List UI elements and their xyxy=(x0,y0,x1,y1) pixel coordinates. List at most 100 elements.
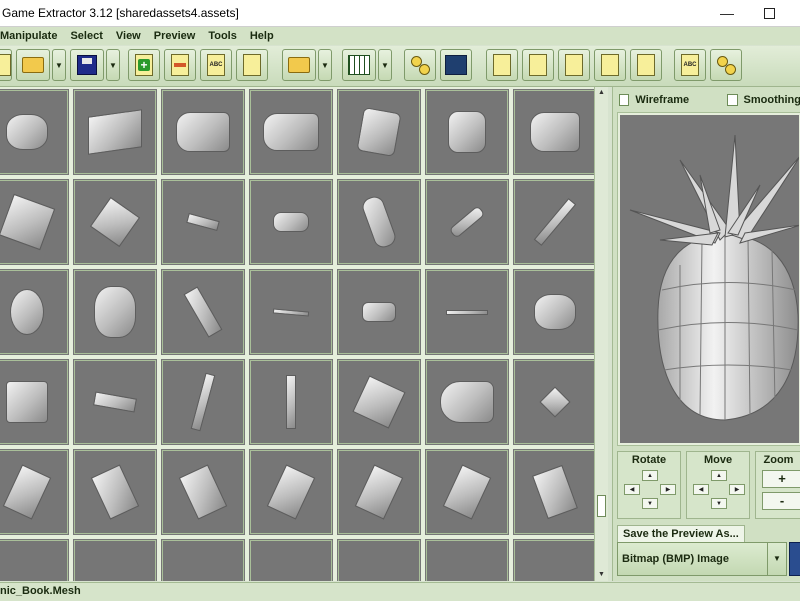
mesh-thumbnail[interactable] xyxy=(0,537,71,581)
menu-help[interactable]: Help xyxy=(243,30,280,42)
mesh-thumbnail[interactable] xyxy=(247,537,335,581)
group-icon xyxy=(716,55,736,75)
scroll-up-icon[interactable]: ▲ xyxy=(596,87,607,99)
plugins-button[interactable] xyxy=(558,49,590,81)
smoothing-label: Smoothing xyxy=(743,94,800,106)
mesh-thumbnail[interactable] xyxy=(423,537,511,581)
search-button[interactable] xyxy=(522,49,554,81)
maximize-button[interactable] xyxy=(746,0,792,26)
page-icon xyxy=(0,54,11,76)
minimize-icon: — xyxy=(720,5,734,21)
options-button[interactable] xyxy=(710,49,742,81)
mesh-thumbnail[interactable] xyxy=(71,87,159,177)
rotate-down-button[interactable]: ▼ xyxy=(642,498,658,509)
chevron-down-icon[interactable]: ▼ xyxy=(767,543,786,575)
mesh-thumbnail[interactable] xyxy=(423,357,511,447)
menu-preview[interactable]: Preview xyxy=(147,30,202,42)
hex-editor-button[interactable] xyxy=(630,49,662,81)
replace-files-button[interactable] xyxy=(236,49,268,81)
mesh-thumbnail[interactable] xyxy=(247,177,335,267)
thumbnail-view-button[interactable] xyxy=(404,49,436,81)
mesh-thumbnail[interactable] xyxy=(247,87,335,177)
mesh-thumbnail[interactable] xyxy=(335,537,423,581)
table-view-dropdown[interactable]: ▼ xyxy=(378,49,392,81)
details-view-button[interactable] xyxy=(440,49,472,81)
thumbnail-scrollbar[interactable]: ▲ ▼ xyxy=(594,87,608,581)
scroll-down-icon[interactable]: ▼ xyxy=(596,569,607,581)
mesh-thumbnail[interactable] xyxy=(71,177,159,267)
mesh-thumbnail[interactable] xyxy=(0,447,71,537)
mesh-thumbnail[interactable] xyxy=(511,537,594,581)
status-bar: nic_Book.Mesh xyxy=(0,582,800,601)
rotate-right-button[interactable]: ▶ xyxy=(660,484,676,495)
rename-all-button[interactable]: ABC xyxy=(674,49,706,81)
minimize-button[interactable]: — xyxy=(704,0,750,26)
table-view-button[interactable] xyxy=(342,49,376,81)
mesh-thumbnail[interactable] xyxy=(71,447,159,537)
mesh-thumbnail[interactable] xyxy=(511,177,594,267)
move-left-button[interactable]: ◀ xyxy=(693,484,709,495)
mesh-thumbnail[interactable] xyxy=(71,357,159,447)
window-title: Game Extractor 3.12 [sharedassets4.asset… xyxy=(2,6,239,20)
menu-select[interactable]: Select xyxy=(63,30,108,42)
new-archive-button[interactable] xyxy=(0,49,12,81)
zoom-in-button[interactable]: + xyxy=(762,470,800,488)
mesh-thumbnail[interactable] xyxy=(159,267,247,357)
mesh-thumbnail[interactable] xyxy=(159,537,247,581)
save-format-select[interactable]: Bitmap (BMP) Image ▼ xyxy=(617,542,787,576)
mesh-thumbnail[interactable] xyxy=(159,177,247,267)
mesh-thumbnail[interactable] xyxy=(423,447,511,537)
move-right-button[interactable]: ▶ xyxy=(729,484,745,495)
mesh-thumbnail[interactable] xyxy=(511,87,594,177)
mesh-thumbnail[interactable] xyxy=(511,357,594,447)
mesh-thumbnail[interactable] xyxy=(0,267,71,357)
menu-view[interactable]: View xyxy=(109,30,147,42)
mesh-thumbnail[interactable] xyxy=(423,267,511,357)
export-files-button[interactable] xyxy=(282,49,316,81)
mesh-thumbnail[interactable] xyxy=(335,447,423,537)
menu-manipulate[interactable]: Manipulate xyxy=(0,30,63,42)
mesh-thumbnail[interactable] xyxy=(423,177,511,267)
mesh-thumbnail[interactable] xyxy=(511,267,594,357)
mesh-preview-viewport[interactable] xyxy=(617,112,800,446)
scroll-thumb[interactable] xyxy=(597,495,606,517)
rotate-left-button[interactable]: ◀ xyxy=(624,484,640,495)
move-up-button[interactable]: ▲ xyxy=(711,470,727,481)
mesh-thumbnail[interactable] xyxy=(71,537,159,581)
mesh-thumbnail[interactable] xyxy=(71,267,159,357)
remove-files-button[interactable] xyxy=(164,49,196,81)
wireframe-label: Wireframe xyxy=(635,94,690,106)
rename-files-button[interactable]: ABC xyxy=(200,49,232,81)
thumbnails-icon xyxy=(410,55,430,75)
mesh-thumbnail[interactable] xyxy=(159,447,247,537)
smoothing-checkbox[interactable] xyxy=(727,94,738,106)
save-archive-dropdown[interactable]: ▼ xyxy=(106,49,120,81)
mesh-thumbnail[interactable] xyxy=(335,87,423,177)
save-preview-button[interactable] xyxy=(789,542,800,576)
mesh-thumbnail[interactable] xyxy=(0,357,71,447)
wireframe-checkbox[interactable] xyxy=(619,94,630,106)
rotate-up-button[interactable]: ▲ xyxy=(642,470,658,481)
mesh-thumbnail[interactable] xyxy=(159,357,247,447)
open-archive-button[interactable] xyxy=(16,49,50,81)
open-archive-dropdown[interactable]: ▼ xyxy=(52,49,66,81)
mesh-thumbnail[interactable] xyxy=(247,447,335,537)
file-info-button[interactable] xyxy=(594,49,626,81)
zoom-out-button[interactable]: - xyxy=(762,492,800,510)
mesh-thumbnail[interactable] xyxy=(247,357,335,447)
mesh-thumbnail[interactable] xyxy=(423,87,511,177)
mesh-thumbnail[interactable] xyxy=(159,87,247,177)
mesh-thumbnail[interactable] xyxy=(335,267,423,357)
mesh-thumbnail[interactable] xyxy=(247,267,335,357)
mesh-thumbnail[interactable] xyxy=(0,177,71,267)
mesh-thumbnail[interactable] xyxy=(335,177,423,267)
mesh-thumbnail[interactable] xyxy=(0,87,71,177)
mesh-thumbnail[interactable] xyxy=(335,357,423,447)
save-archive-button[interactable] xyxy=(70,49,104,81)
preview-button[interactable] xyxy=(486,49,518,81)
mesh-thumbnail[interactable] xyxy=(511,447,594,537)
move-down-button[interactable]: ▼ xyxy=(711,498,727,509)
menu-tools[interactable]: Tools xyxy=(201,30,243,42)
export-files-dropdown[interactable]: ▼ xyxy=(318,49,332,81)
add-files-button[interactable] xyxy=(128,49,160,81)
